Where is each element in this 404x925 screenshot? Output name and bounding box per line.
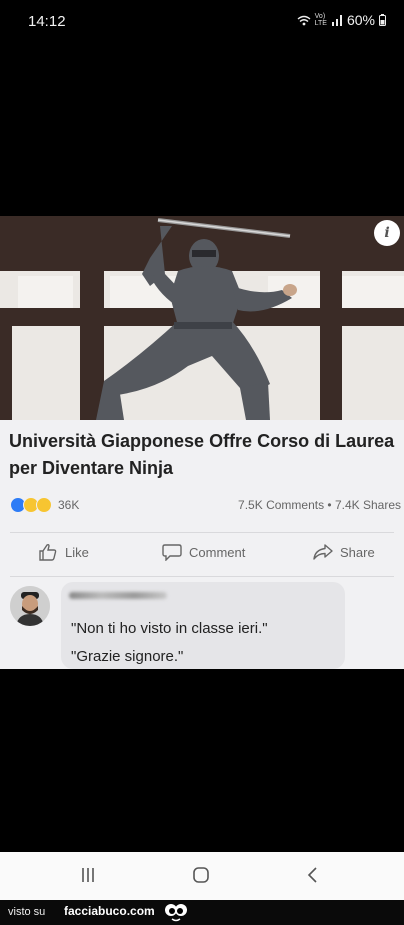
blurred-commenter-name — [69, 592, 167, 599]
wow-reaction-icon — [36, 497, 52, 513]
watermark-footer: visto su facciabuco.com — [0, 900, 404, 925]
eyes-logo-icon — [165, 904, 187, 922]
status-time: 14:12 — [28, 13, 66, 30]
back-icon[interactable] — [306, 866, 320, 884]
facebook-post: i Università Giapponese Offre Corso di L… — [0, 216, 404, 669]
info-icon[interactable]: i — [374, 220, 400, 246]
divider — [10, 532, 394, 533]
network-type: Vo) LTE — [314, 13, 327, 27]
post-headline[interactable]: Università Giapponese Offre Corso di Lau… — [9, 428, 401, 482]
navigation-bar — [0, 852, 404, 900]
comments-shares-count[interactable]: 7.5K Comments • 7.4K Shares — [238, 498, 401, 512]
avatar[interactable] — [10, 586, 50, 626]
comment-bubble[interactable]: "Non ti ho visto in classe ieri." "Grazi… — [61, 582, 345, 669]
like-button[interactable]: Like — [38, 543, 89, 561]
comment-button[interactable]: Comment — [162, 543, 245, 561]
share-button[interactable]: Share — [313, 543, 375, 561]
reaction-count: 36K — [58, 498, 80, 512]
post-actions: Like Comment Share — [0, 534, 404, 570]
ninja-photo[interactable]: i — [0, 216, 404, 420]
thumbs-up-icon — [39, 543, 57, 561]
divider — [10, 576, 394, 577]
ninja-scene-illustration — [0, 216, 404, 420]
visto-su-label: visto su — [8, 906, 46, 918]
battery-percent: 60% — [346, 12, 375, 28]
home-icon[interactable] — [192, 866, 210, 884]
status-icons: Vo) LTE 60% — [297, 12, 386, 28]
comment-bubble-icon — [162, 544, 182, 561]
reaction-summary[interactable]: 36K — [10, 497, 79, 513]
battery-icon — [379, 14, 386, 26]
recent-apps-icon[interactable] — [80, 866, 96, 884]
comment-line: "Grazie signore." — [71, 648, 184, 665]
wifi-icon — [297, 15, 311, 25]
status-bar: 14:12 Vo) LTE 60% — [0, 0, 404, 44]
signal-icon — [331, 14, 342, 26]
share-arrow-icon — [313, 544, 333, 560]
site-name[interactable]: facciabuco.com — [64, 904, 155, 918]
comment-line: "Non ti ho visto in classe ieri." — [71, 620, 268, 637]
profile-picture-icon — [10, 586, 50, 626]
